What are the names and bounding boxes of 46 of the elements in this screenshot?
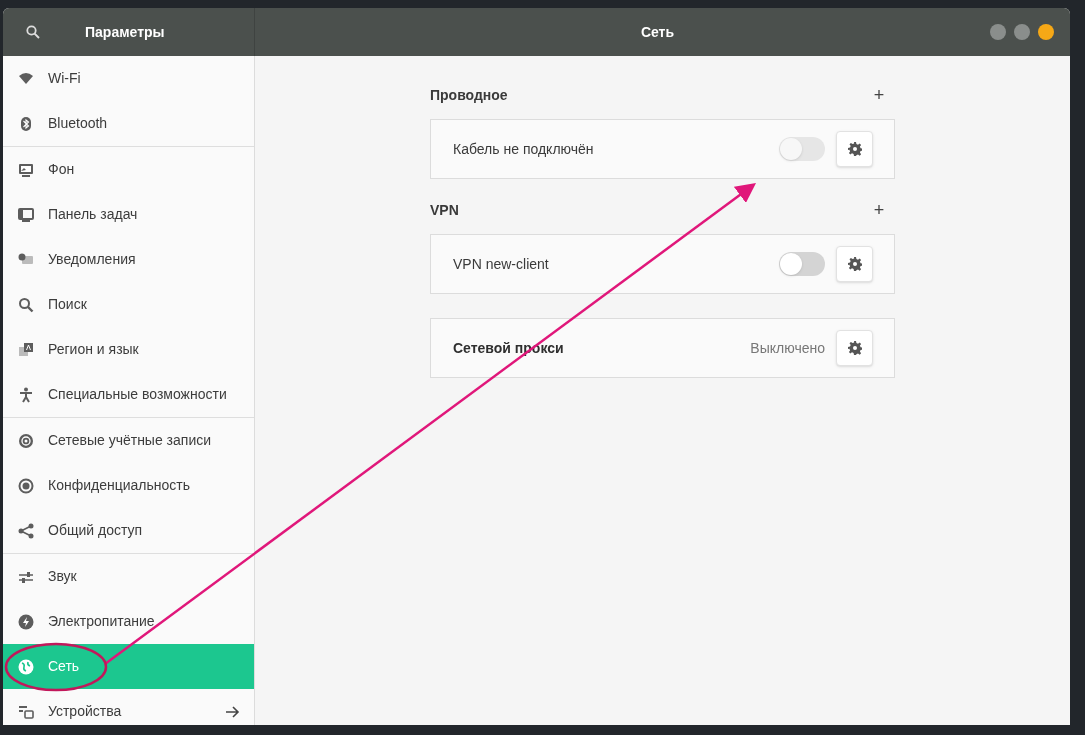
settings-button[interactable]	[836, 246, 873, 282]
sidebar-title: Параметры	[85, 22, 165, 42]
toggle-switch[interactable]	[779, 252, 825, 276]
sidebar-item[interactable]: Поиск	[3, 282, 254, 327]
search-icon	[18, 296, 34, 313]
sidebar-item[interactable]: Фон	[3, 147, 254, 192]
person-icon	[18, 386, 34, 403]
bluetooth-icon	[18, 115, 34, 132]
settings-button[interactable]	[836, 330, 873, 366]
gear-icon	[847, 341, 862, 355]
sidebar-item[interactable]: Специальные возможности	[3, 372, 254, 417]
monitor-icon	[18, 206, 34, 223]
maximize-button[interactable]	[1014, 24, 1030, 40]
sidebar-item[interactable]: Регион и язык	[3, 327, 254, 372]
sidebar-item[interactable]: Общий доступ	[3, 508, 254, 553]
status-text: Выключено	[750, 338, 825, 358]
search-icon	[26, 25, 40, 39]
sidebar-item[interactable]: Уведомления	[3, 237, 254, 282]
target-icon	[18, 477, 34, 494]
monitor-icon	[18, 161, 34, 178]
gear-icon	[847, 257, 862, 271]
window-title: Сеть	[640, 22, 675, 42]
share-icon	[18, 522, 34, 539]
sidebar-item[interactable]: Панель задач	[3, 192, 254, 237]
minimize-button[interactable]	[990, 24, 1006, 40]
language-icon	[18, 341, 34, 358]
devices-icon	[18, 703, 34, 720]
at-sign-icon	[18, 432, 34, 449]
row-label: Кабель не подключён	[453, 139, 595, 159]
sidebar-item[interactable]: Устройства	[3, 689, 254, 725]
sidebar-item[interactable]: Сетевые учётные записи	[3, 418, 254, 463]
sidebar-item[interactable]: Bluetooth	[3, 101, 254, 146]
section-title: Проводное	[430, 85, 508, 105]
sidebar-item[interactable]: Конфиденциальность	[3, 463, 254, 508]
close-button[interactable]	[1038, 24, 1054, 40]
globe-icon	[18, 658, 34, 675]
sidebar-item[interactable]: Электропитание	[3, 599, 254, 644]
add-button[interactable]: +	[869, 201, 889, 219]
section-title: VPN	[430, 200, 459, 220]
gear-icon	[847, 142, 862, 156]
sidebar-item[interactable]: Звук	[3, 554, 254, 599]
lightning-icon	[18, 613, 34, 630]
add-button[interactable]: +	[869, 86, 889, 104]
settings-button[interactable]	[836, 131, 873, 167]
sidebar-item[interactable]: Wi-Fi	[3, 56, 254, 101]
row-label: VPN new-client	[453, 254, 550, 274]
